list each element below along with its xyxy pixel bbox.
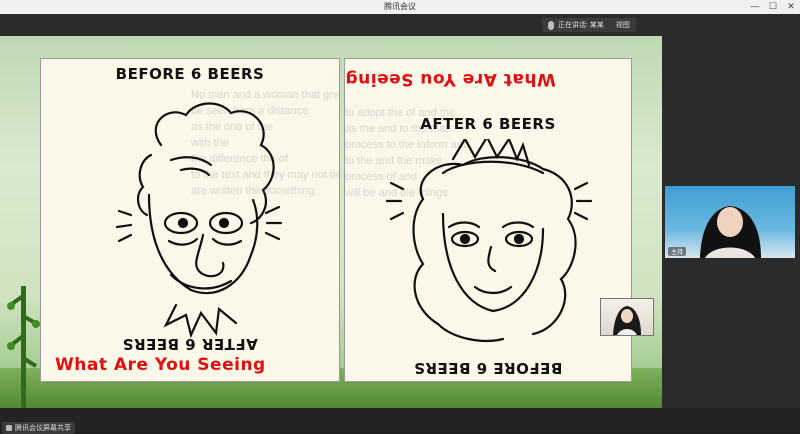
after-6-beers-heading: AFTER 6 BEERS xyxy=(420,115,556,133)
window-title: 腾讯会议 xyxy=(384,2,416,11)
view-button[interactable]: 视图 xyxy=(616,20,630,30)
title-bar: 腾讯会议 — ☐ ✕ xyxy=(0,0,800,15)
what-are-you-seeing-caption: What Are You Seeing xyxy=(55,355,266,375)
presenter-video-feed xyxy=(613,306,641,335)
host-video-label: 主持 xyxy=(668,247,687,256)
shared-screen: No man and a woman that great be seen fro… xyxy=(0,36,662,408)
video-tile-presenter[interactable] xyxy=(600,298,654,336)
screen-share-icon xyxy=(6,425,12,431)
illusion-left-panel: No man and a woman that great be seen fro… xyxy=(40,58,340,382)
before-6-beers-heading: BEFORE 6 BEERS xyxy=(115,65,265,83)
bottom-status-bar: 腾讯会议屏幕共享 xyxy=(0,408,800,434)
minimize-button[interactable]: — xyxy=(748,1,762,11)
woman-illustration xyxy=(385,139,593,342)
before-6-beers-upside-down: BEFORE 6 BEERS xyxy=(413,359,563,377)
video-tile-host[interactable]: 主持 xyxy=(665,186,795,258)
illusion-right-panel: to adopt the of and the as the and to the… xyxy=(344,58,632,382)
speaker-name: 正在讲话: 某某 xyxy=(558,22,604,29)
after-6-beers-upside-down: AFTER 6 BEERS xyxy=(122,335,258,353)
old-man-illustration xyxy=(115,102,283,339)
maximize-button[interactable]: ☐ xyxy=(766,1,780,12)
close-button[interactable]: ✕ xyxy=(784,1,798,12)
microphone-icon xyxy=(548,20,554,30)
tree-graphic xyxy=(7,286,40,408)
screen-share-status[interactable]: 腾讯会议屏幕共享 xyxy=(2,422,75,434)
what-are-you-seeing-upside-down: What Are You Seeing xyxy=(345,69,556,89)
speaker-indicator: 正在讲话: 某某 视图 xyxy=(542,18,636,32)
